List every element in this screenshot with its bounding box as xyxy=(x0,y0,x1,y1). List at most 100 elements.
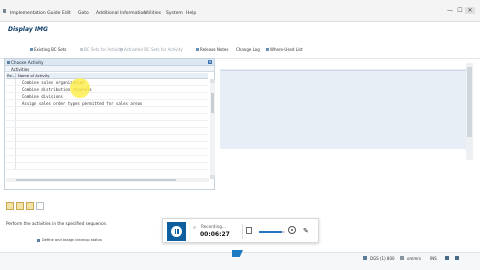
row-selector[interactable] xyxy=(6,79,16,85)
activities-tab[interactable]: Activities xyxy=(5,66,214,72)
volume-fill xyxy=(259,231,283,233)
panel-header-band xyxy=(220,63,469,69)
webcam-icon[interactable] xyxy=(246,227,252,234)
empty-row xyxy=(6,156,208,163)
dialog-icon xyxy=(7,61,10,64)
release-notes-button[interactable]: Release Notes xyxy=(196,47,228,52)
row-selector[interactable] xyxy=(6,100,16,106)
recording-timer: 00:06:27 xyxy=(200,231,230,238)
horizontal-scroll-thumb[interactable] xyxy=(16,179,176,181)
status-lock-icon xyxy=(445,256,449,260)
menu-system[interactable]: System xyxy=(166,11,183,16)
img-node-icon xyxy=(37,238,40,242)
empty-row xyxy=(6,163,208,170)
recording-dot-icon xyxy=(193,226,196,229)
status-separator-icon xyxy=(400,256,404,260)
img-structure-panel xyxy=(220,63,469,149)
choose-activity-dialog: Choose Activity × Activities Re... Name … xyxy=(4,58,215,190)
bc-sets-icon xyxy=(30,48,33,51)
cancel-button[interactable] xyxy=(36,202,44,210)
menu-utilities[interactable]: Utilities xyxy=(144,11,161,16)
status-user: ommrs xyxy=(407,256,421,261)
status-mode: INS xyxy=(430,256,437,261)
existing-bc-sets-button[interactable]: Existing BC Sets xyxy=(30,47,67,52)
status-triangle-icon[interactable] xyxy=(363,256,367,260)
recording-label: Recording... xyxy=(201,224,226,229)
activity-name[interactable]: Combine divisions xyxy=(16,93,208,99)
table-horizontal-scrollbar[interactable] xyxy=(6,178,209,182)
row-selector[interactable] xyxy=(6,86,16,92)
status-monitor-icon xyxy=(455,256,459,260)
menu-bar: Implementation Guide Edit Goto Additiona… xyxy=(0,0,480,22)
table-row[interactable]: Assign sales order types permitted for s… xyxy=(6,100,208,107)
activities-table: Re... Name of Activity Combine sales org… xyxy=(6,73,208,177)
table-vertical-scrollbar[interactable] xyxy=(210,79,215,179)
pause-button[interactable] xyxy=(167,222,186,241)
empty-row xyxy=(6,114,208,121)
activity-name[interactable]: Assign sales order types permitted for s… xyxy=(16,100,208,106)
table-row[interactable]: Combine divisions xyxy=(6,93,208,100)
img-panel-scrollbar[interactable] xyxy=(466,63,473,160)
background-img-row: Define and assign cleanup status xyxy=(37,238,102,242)
empty-row xyxy=(6,107,208,114)
documentation-button[interactable] xyxy=(16,202,24,210)
dialog-button-bar xyxy=(6,202,44,211)
release-notes-dialog-button[interactable] xyxy=(26,202,34,210)
empty-row xyxy=(6,135,208,142)
change-log-button[interactable]: Change Log xyxy=(236,47,260,52)
column-header-re[interactable]: Re... xyxy=(6,73,16,78)
menu-icon[interactable] xyxy=(3,9,6,13)
row-selector[interactable] xyxy=(6,93,16,99)
minimize-icon[interactable]: — xyxy=(445,7,455,14)
pause-icon xyxy=(171,226,182,237)
vertical-scroll-thumb[interactable] xyxy=(211,93,214,113)
empty-row xyxy=(6,149,208,156)
menu-additional-information[interactable]: Additional Information xyxy=(96,11,146,16)
activities-tab-label: Activities xyxy=(11,67,30,72)
bc-sets-for-activity-button[interactable]: BC Sets for Activity xyxy=(80,47,122,52)
volume-slider[interactable] xyxy=(259,231,285,233)
cursor-highlight xyxy=(70,78,90,98)
dialog-hint-text: Perform the activities in the specified … xyxy=(6,221,108,226)
empty-row xyxy=(6,142,208,149)
dialog-title: Choose Activity xyxy=(11,60,44,65)
change-log-label: Change Log xyxy=(236,47,260,52)
column-header-name[interactable]: Name of Activity xyxy=(16,73,208,78)
audio-source-icon[interactable] xyxy=(288,226,296,234)
where-used-icon xyxy=(266,48,269,51)
empty-row xyxy=(6,128,208,135)
menu-help[interactable]: Help xyxy=(186,11,196,16)
activated-bc-icon xyxy=(120,48,123,51)
background-row-label: Define and assign cleanup status xyxy=(42,238,102,242)
panel-divider xyxy=(220,70,469,71)
maximize-icon[interactable]: ☐ xyxy=(455,7,465,14)
pen-icon[interactable]: ✎ xyxy=(303,227,309,235)
dialog-close-icon[interactable]: × xyxy=(208,60,212,64)
window-controls: — ☐ ✕ xyxy=(445,7,475,14)
where-used-list-button[interactable]: Where-Used List xyxy=(266,47,303,52)
existing-bc-sets-label: Existing BC Sets xyxy=(34,47,67,52)
release-notes-icon xyxy=(196,48,199,51)
scroll-down-icon[interactable] xyxy=(210,175,215,179)
application-toolbar: Existing BC Sets BC Sets for Activity Ac… xyxy=(0,38,480,59)
menu-edit[interactable]: Edit xyxy=(62,11,71,16)
page-title: Display IMG xyxy=(8,26,48,33)
scroll-up-icon[interactable] xyxy=(210,79,215,83)
table-row[interactable]: Combine distribution channels xyxy=(6,86,208,93)
table-row[interactable]: Combine sales organization xyxy=(6,79,208,86)
empty-row xyxy=(6,121,208,128)
close-icon[interactable]: ✕ xyxy=(465,7,475,14)
status-system: DGS (1) 800 xyxy=(370,256,395,261)
where-used-list-label: Where-Used List xyxy=(270,47,303,52)
choose-button[interactable] xyxy=(6,202,14,210)
activity-name[interactable]: Combine distribution channels xyxy=(16,86,208,92)
menu-implementation-guide[interactable]: Implementation Guide xyxy=(10,11,60,16)
activated-bc-sets-button[interactable]: Activated BC Sets for Activity xyxy=(120,47,183,52)
screen-recorder-widget: Recording... 00:06:27 ✎ xyxy=(162,218,319,243)
dialog-title-bar: Choose Activity × xyxy=(5,59,214,66)
menu-goto[interactable]: Goto xyxy=(78,11,89,16)
activated-bc-sets-label: Activated BC Sets for Activity xyxy=(124,47,183,52)
img-panel-scroll-thumb[interactable] xyxy=(467,67,472,137)
activity-name[interactable]: Combine sales organization xyxy=(16,79,208,85)
recorder-divider xyxy=(242,224,243,239)
